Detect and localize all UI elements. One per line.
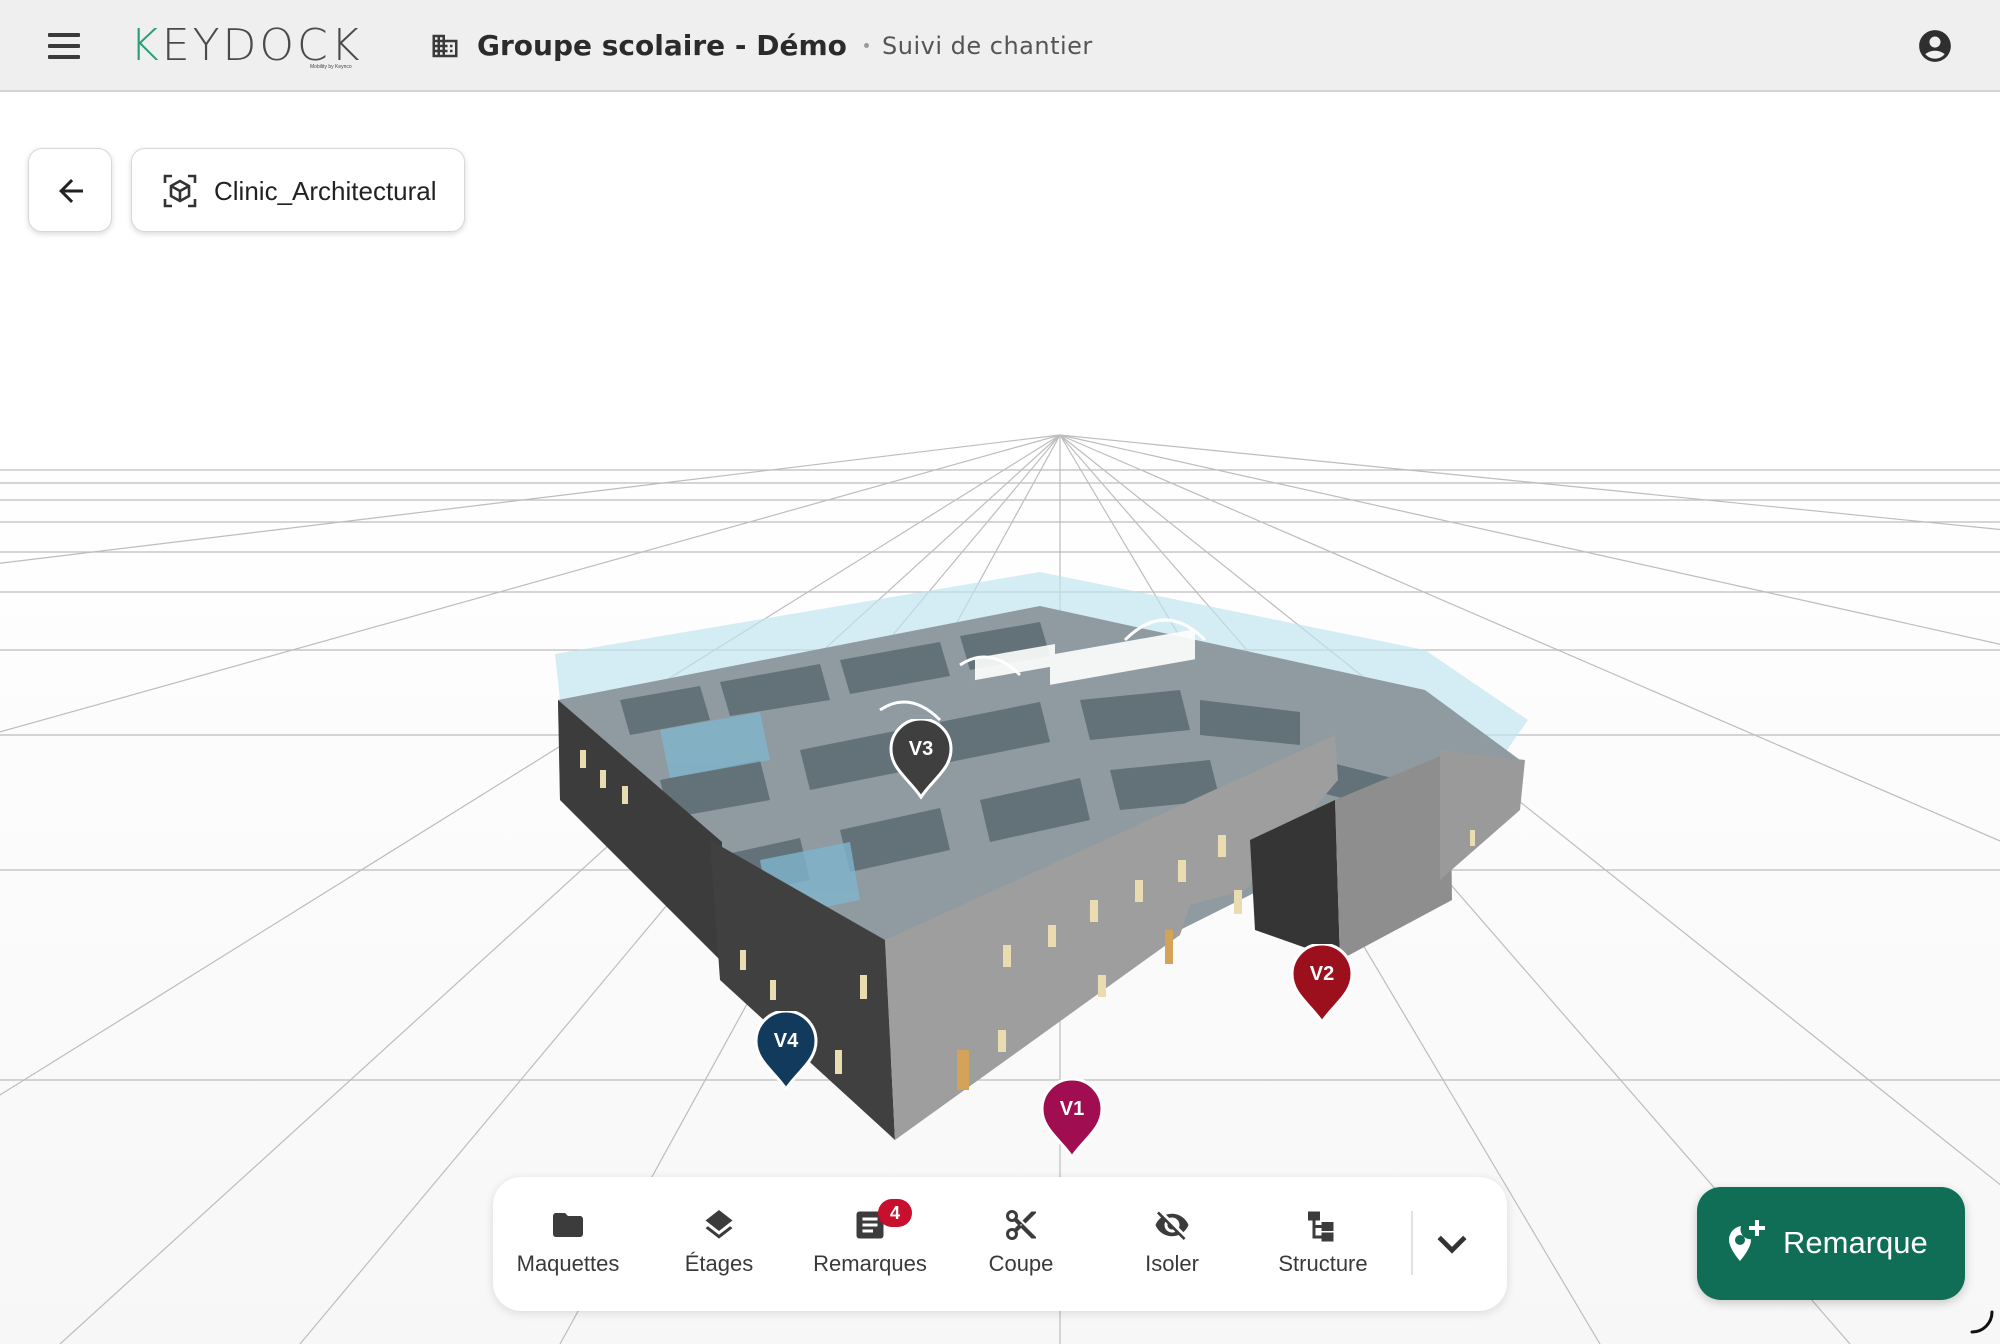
toolbar-label: Maquettes	[516, 1251, 620, 1276]
toolbar-maquettes-button[interactable]: Maquettes	[493, 1177, 643, 1311]
scissors-icon	[1006, 1210, 1036, 1240]
toolbar-remarques-button[interactable]: 4 Remarques	[795, 1177, 945, 1311]
model-selector-chip[interactable]: Clinic_Architectural	[131, 148, 465, 232]
eye-off-icon	[1155, 1211, 1189, 1240]
project-title[interactable]: Groupe scolaire - Démo	[477, 26, 847, 66]
account-circle-icon[interactable]	[1916, 27, 1954, 65]
arrow-back-icon	[59, 179, 83, 203]
chevron-down-icon[interactable]	[1423, 1215, 1481, 1273]
bim-model-scene	[0, 92, 2000, 1344]
toolbar-label: Structure	[1278, 1251, 1368, 1276]
marker-label: V3	[908, 738, 934, 760]
toolbar-structure-button[interactable]: Structure	[1248, 1177, 1398, 1311]
marker-label: V1	[1059, 1098, 1085, 1120]
marker-label: V4	[773, 1030, 799, 1052]
toolbar-label: Remarques	[813, 1251, 927, 1276]
remark-marker-v3[interactable]: V3	[889, 719, 953, 801]
remark-marker-v2[interactable]: V2	[1290, 944, 1354, 1026]
toolbar-divider	[1411, 1211, 1413, 1275]
add-location-icon	[1729, 1220, 1765, 1261]
toolbar-label: Étages	[684, 1251, 754, 1276]
toolbar-coupe-button[interactable]: Coupe	[946, 1177, 1096, 1311]
hamburger-menu-icon[interactable]	[38, 24, 90, 68]
remark-marker-v1[interactable]: V1	[1040, 1079, 1104, 1161]
remarques-count-badge: 4	[878, 1199, 912, 1227]
bottom-toolbar: Maquettes Étages 4 Remarques Coupe Isole…	[493, 1177, 1507, 1311]
remark-marker-v4[interactable]: V4	[754, 1011, 818, 1093]
add-remark-label: Remarque	[1783, 1225, 1928, 1260]
top-app-bar: KEYDOCK Mobility by Keynco Groupe scolai…	[0, 0, 2000, 92]
3d-model-icon	[163, 174, 197, 208]
toolbar-isoler-button[interactable]: Isoler	[1097, 1177, 1247, 1311]
building-icon	[432, 34, 458, 58]
toolbar-label: Coupe	[988, 1251, 1054, 1276]
toolbar-label: Isoler	[1145, 1251, 1199, 1276]
add-remark-button[interactable]: Remarque	[1697, 1187, 1965, 1300]
model-name: Clinic_Architectural	[214, 176, 437, 206]
marker-label: V2	[1309, 963, 1335, 985]
logo-tagline: Mobility by Keynco	[310, 64, 352, 70]
structure-icon	[1308, 1211, 1334, 1242]
loading-spinner-icon	[1970, 1310, 1994, 1334]
logo-wordmark: KEYDOCK	[130, 20, 363, 71]
toolbar-etages-button[interactable]: Étages	[644, 1177, 794, 1311]
layers-icon	[705, 1210, 733, 1239]
keydock-logo: KEYDOCK Mobility by Keynco	[130, 20, 370, 72]
folder-icon	[553, 1213, 583, 1237]
back-button[interactable]	[28, 148, 112, 232]
breadcrumb-separator	[864, 43, 869, 48]
page-subtitle: Suivi de chantier	[882, 32, 1093, 60]
3d-model-viewport[interactable]: V3 V2 V4 V1	[0, 92, 2000, 1344]
